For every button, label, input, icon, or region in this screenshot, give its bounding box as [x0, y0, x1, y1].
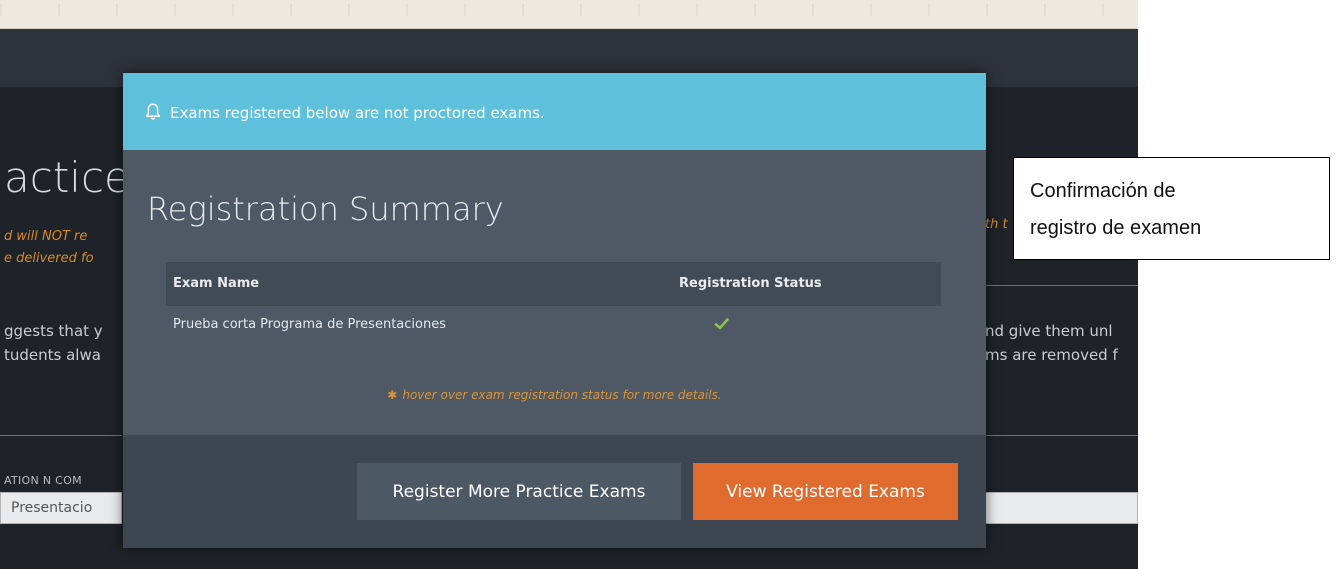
background-page-title: actice	[4, 153, 130, 202]
info-banner: Exams registered below are not proctored…	[123, 73, 986, 150]
background-warning-line-1: d will NOT re	[4, 229, 88, 244]
modal-footer: Register More Practice Exams View Regist…	[123, 435, 986, 548]
hover-hint: ✱ hover over exam registration status for…	[123, 388, 986, 402]
background-body-right-line-2: ms are removed f	[985, 346, 1118, 364]
table-row: Prueba corta Programa de Presentaciones	[166, 306, 941, 350]
checkmark-icon[interactable]	[711, 315, 733, 333]
banner-message: Exams registered below are not proctored…	[170, 104, 545, 122]
divider	[0, 435, 122, 436]
annotation-callout: Confirmación de registro de examen	[1013, 157, 1330, 260]
screenshot: actice d will NOT re e delivered fo th t…	[0, 0, 1138, 569]
annotation-line-1: Confirmación de	[1030, 180, 1176, 202]
column-header-registration-status: Registration Status	[679, 276, 822, 291]
registration-summary-modal: Exams registered below are not proctored…	[123, 73, 986, 548]
annotation-line-2: registro de examen	[1030, 217, 1202, 239]
register-more-practice-exams-button[interactable]: Register More Practice Exams	[357, 463, 681, 520]
background-body-right-line-1: nd give them unl	[985, 322, 1113, 340]
divider	[985, 435, 1138, 436]
divider	[985, 285, 1138, 286]
registration-table: Exam Name Registration Status Prueba cor…	[166, 262, 941, 350]
background-filter-label: ATION N COM	[4, 474, 82, 487]
view-registered-exams-button[interactable]: View Registered Exams	[693, 463, 958, 520]
modal-title: Registration Summary	[147, 190, 504, 228]
column-header-exam-name: Exam Name	[173, 276, 260, 291]
background-warning-line-2: e delivered fo	[4, 251, 94, 266]
exam-name-cell: Prueba corta Programa de Presentaciones	[173, 317, 446, 332]
hover-hint-text: hover over exam registration status for …	[402, 388, 722, 402]
background-body-line-2: tudents alwa	[4, 346, 101, 364]
asterisk-icon: ✱	[387, 388, 398, 402]
background-body-line-1: ggests that y	[4, 322, 103, 340]
background-exam-select[interactable]: Presentacio	[0, 492, 122, 524]
background-warning-right: th t	[985, 217, 1008, 232]
table-header-row: Exam Name Registration Status	[166, 262, 941, 306]
browser-toolbar-strip	[0, 0, 1138, 29]
bell-icon	[145, 103, 161, 120]
background-select-value: Presentacio	[11, 500, 93, 516]
background-select-right[interactable]	[985, 492, 1138, 524]
